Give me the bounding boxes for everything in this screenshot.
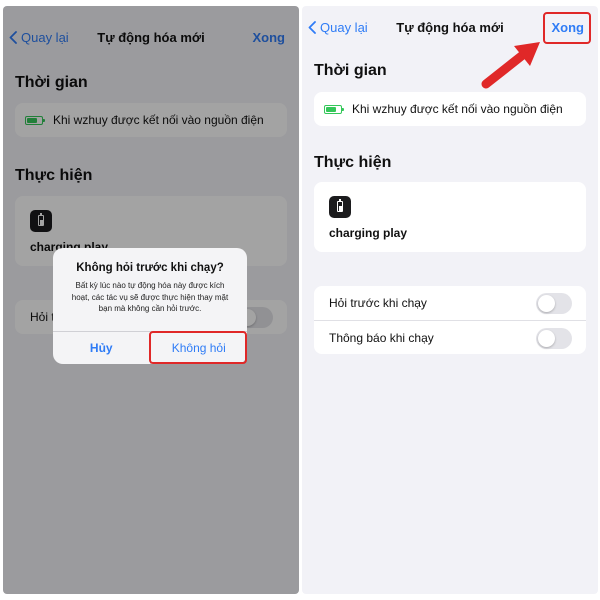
ask-before-switch[interactable] [536,293,572,314]
section-heading-time: Thời gian [314,62,387,79]
battery-icon [329,196,351,218]
trigger-text: Khi wzhuy được kết nối vào nguồn điện [352,102,563,116]
arrow-icon [481,42,540,89]
highlight-box [149,331,247,364]
action-card[interactable]: charging play [314,182,586,252]
left-panel: Quay lại Tự động hóa mới Xong Thời gian … [3,6,299,594]
toggle-label: Thông báo khi chạy [329,330,434,345]
action-label: charging play [329,226,408,240]
alert-message: Bất kỳ lúc nào tự động hóa này được kích… [71,281,229,313]
alert-title: Không hỏi trước khi chạy? [76,262,224,274]
section-heading-action: Thực hiện [314,154,392,171]
highlight-box [543,12,591,44]
right-panel: Quay lại Tự động hóa mới Xong Thời gian … [302,6,598,594]
notify-switch[interactable] [536,328,572,349]
cancel-button[interactable]: Hủy [53,332,150,364]
toggle-card: Hỏi trước khi chạy Thông báo khi chạy [314,286,586,354]
toggle-row-notify[interactable]: Thông báo khi chạy [314,320,586,354]
toggle-row-ask[interactable]: Hỏi trước khi chạy [314,286,586,320]
battery-charging-icon [324,104,344,114]
trigger-card[interactable]: Khi wzhuy được kết nối vào nguồn điện [314,92,586,126]
toggle-label: Hỏi trước khi chạy [329,296,427,310]
